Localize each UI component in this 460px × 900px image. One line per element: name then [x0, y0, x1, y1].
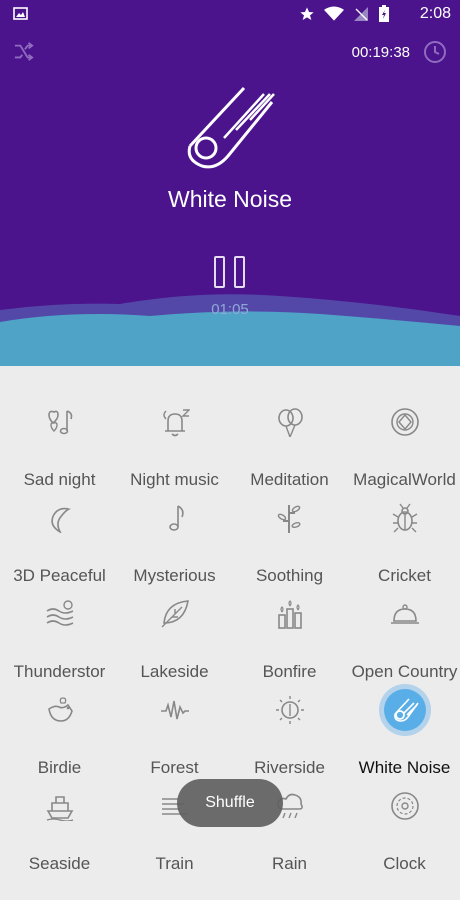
- sun-icon: [272, 692, 308, 728]
- balloons-icon: [272, 404, 308, 440]
- hearts-music-note-icon: [42, 404, 78, 440]
- wifi-icon: [324, 6, 344, 21]
- sound-item-night-music[interactable]: Night music: [117, 386, 232, 489]
- leaf-icon: [157, 596, 193, 632]
- gallery-icon: [13, 7, 28, 25]
- shuffle-icon[interactable]: [13, 42, 35, 67]
- timer-clock-icon[interactable]: [423, 40, 447, 69]
- signal-icon: [354, 7, 368, 21]
- battery-icon: [379, 5, 389, 22]
- bird-icon: [42, 692, 78, 728]
- bell-moon-icon: [157, 404, 193, 440]
- sound-label: Train: [155, 854, 194, 873]
- sound-item-open-country[interactable]: Open Country: [347, 578, 460, 681]
- bamboo-icon: [272, 500, 308, 536]
- comet-icon: [180, 80, 280, 177]
- sound-item-bonfire[interactable]: Bonfire: [232, 578, 347, 681]
- status-bar: 2:08: [0, 0, 460, 30]
- clock-icon: [387, 788, 423, 824]
- sound-label: Rain: [272, 854, 307, 873]
- sound-item-meditation[interactable]: Meditation: [232, 386, 347, 489]
- crystal-ball-icon: [387, 404, 423, 440]
- sound-item-magicalworld[interactable]: MagicalWorld: [347, 386, 460, 489]
- wave-decoration: [0, 294, 460, 366]
- sound-item-riverside[interactable]: Riverside: [232, 674, 347, 777]
- now-playing-panel: 2:08 00:19:38 White Noise 01:05: [0, 0, 460, 366]
- bug-icon: [387, 500, 423, 536]
- status-time: 2:08: [419, 5, 451, 22]
- music-note-icon: [157, 500, 193, 536]
- sound-item-mysterious[interactable]: Mysterious: [117, 482, 232, 585]
- sleep-timer-text[interactable]: 00:19:38: [352, 44, 410, 61]
- ship-icon: [42, 788, 78, 824]
- sound-item-birdie[interactable]: Birdie: [2, 674, 117, 777]
- crescent-moon-icon: [42, 500, 78, 536]
- sound-item-lakeside[interactable]: Lakeside: [117, 578, 232, 681]
- star-icon: [300, 7, 314, 20]
- sound-item-soothing[interactable]: Soothing: [232, 482, 347, 585]
- sound-label: Seaside: [28, 854, 91, 873]
- sound-label: Clock: [383, 854, 426, 873]
- sound-item-white-noise[interactable]: White Noise: [347, 674, 460, 777]
- now-playing-title: White Noise: [168, 186, 292, 212]
- shuffle-toast: Shuffle: [177, 779, 283, 827]
- sound-item-cricket[interactable]: Cricket: [347, 482, 460, 585]
- candles-icon: [272, 596, 308, 632]
- pause-button[interactable]: [214, 256, 248, 290]
- sound-wave-icon: [157, 692, 193, 728]
- sound-item-forest[interactable]: Forest: [117, 674, 232, 777]
- sound-item-clock[interactable]: Clock: [347, 770, 460, 873]
- bell-dish-icon: [387, 596, 423, 632]
- sound-item-3d-peaceful[interactable]: 3D Peaceful: [2, 482, 117, 585]
- storm-waves-icon: [42, 596, 78, 632]
- elapsed-time: 01:05: [211, 301, 249, 318]
- sound-item-seaside[interactable]: Seaside: [2, 770, 117, 873]
- sound-item-thunderstor[interactable]: Thunderstor: [2, 578, 117, 681]
- sound-item-sad-night[interactable]: Sad night: [2, 386, 117, 489]
- comet-icon: [384, 689, 426, 731]
